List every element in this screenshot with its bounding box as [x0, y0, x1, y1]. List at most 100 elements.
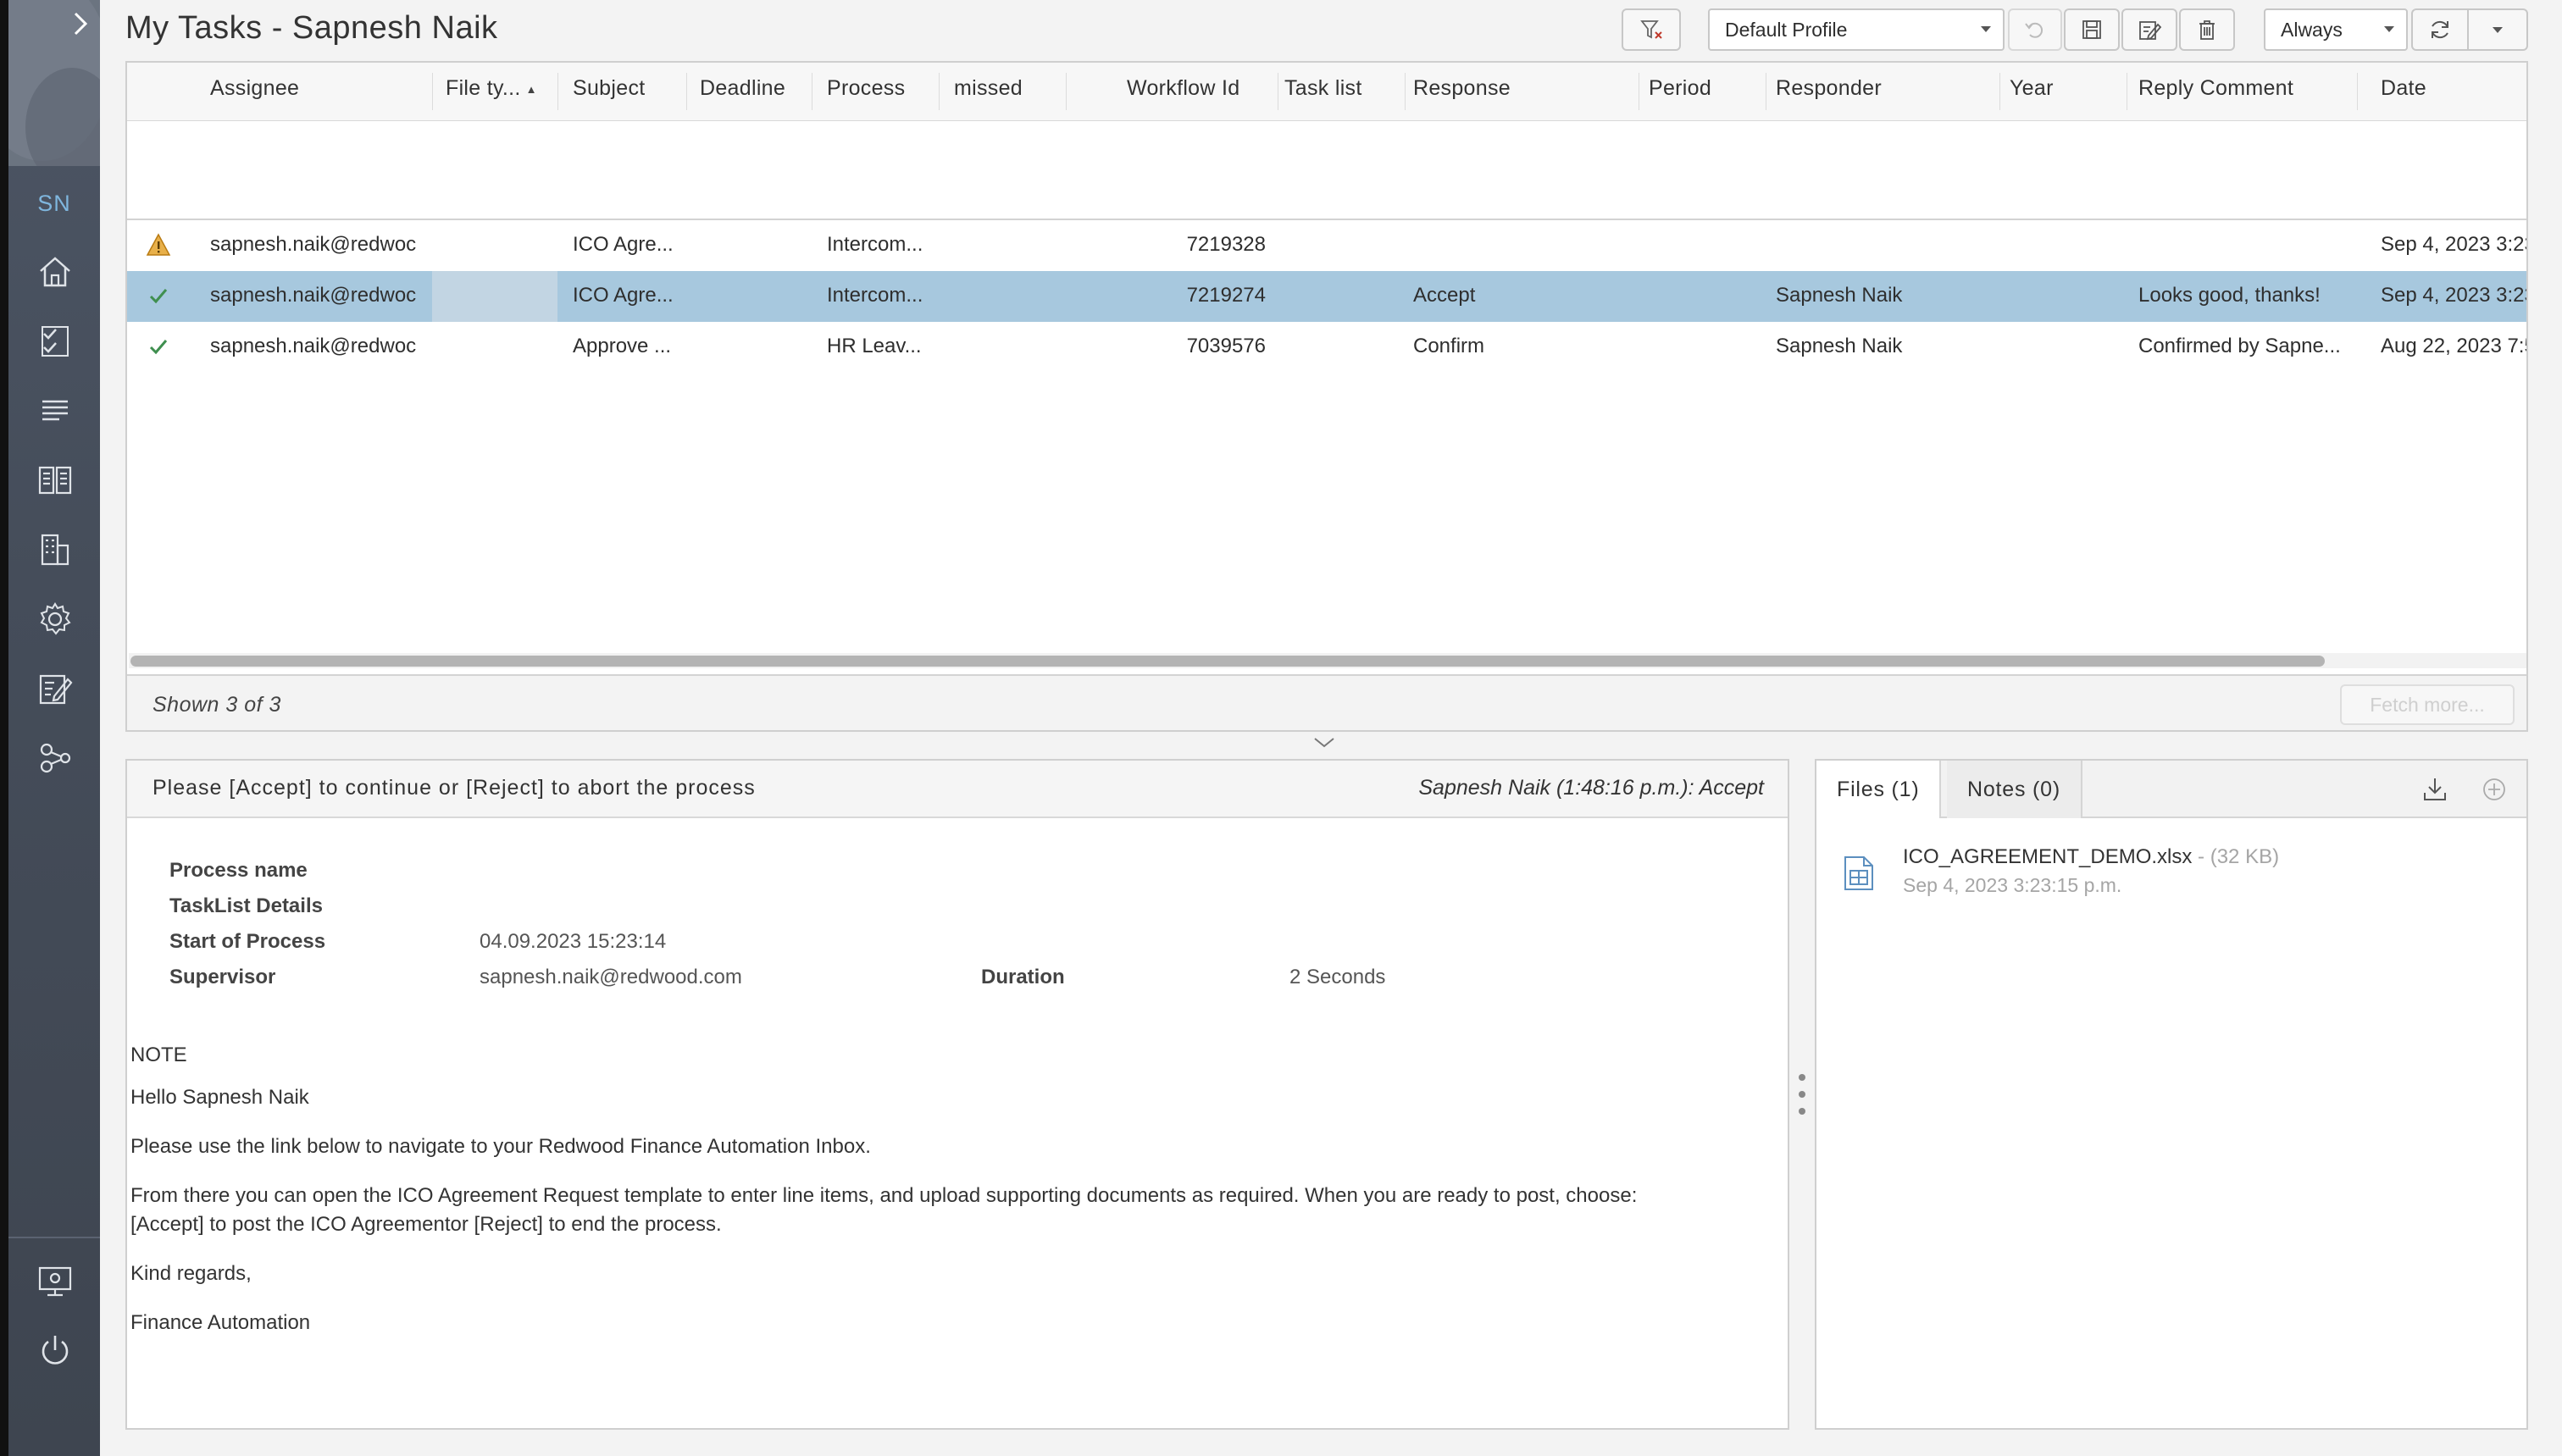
cell-assignee: sapnesh.naik@redwoc	[210, 335, 417, 357]
note-greeting: Hello Sapnesh Naik	[130, 1086, 309, 1109]
column-header-response[interactable]: Response	[1413, 76, 1511, 101]
refresh-icon	[2432, 20, 2448, 39]
user-avatar[interactable]: SN	[8, 176, 100, 230]
table-row-selected[interactable]: sapnesh.naik@redwoc ICO Agre... Intercom…	[127, 271, 2526, 322]
column-header-file-type-label: File ty...	[446, 76, 521, 100]
last-reply: Sapnesh Naik (1:48:16 p.m.): Accept	[1418, 776, 1764, 800]
book-columns-icon[interactable]	[34, 459, 76, 501]
cell-subject: ICO Agre...	[573, 233, 674, 256]
building-icon[interactable]	[34, 529, 76, 571]
edit-profile-button[interactable]	[2121, 8, 2177, 51]
column-header-missed[interactable]: missed	[954, 76, 1023, 101]
cell-process: Intercom...	[827, 233, 923, 256]
refresh-interval-value: Always	[2281, 18, 2343, 41]
cell-subject: Approve ...	[573, 335, 672, 357]
tasklist-details-label: TaskList Details	[169, 894, 323, 917]
cell-assignee: sapnesh.naik@redwoc	[210, 233, 417, 256]
delete-profile-button[interactable]	[2179, 8, 2235, 51]
start-of-process-label: Start of Process	[169, 930, 326, 953]
attachments-tabs: Files (1) Notes (0)	[1816, 761, 2526, 818]
filter-clear-icon	[1640, 20, 1662, 39]
gear-icon[interactable]	[34, 598, 76, 640]
file-name-text: ICO_AGREEMENT_DEMO.xlsx	[1903, 845, 2193, 868]
cell-date: Aug 22, 2023 7:5	[2381, 335, 2528, 357]
column-header-date[interactable]: Date	[2381, 76, 2426, 101]
profile-select[interactable]: Default Profile	[1708, 8, 2005, 51]
home-icon[interactable]	[34, 251, 76, 293]
note-line: [Accept] to post the ICO Agreementor [Re…	[130, 1213, 722, 1236]
undo-button[interactable]	[2008, 8, 2062, 51]
fetch-more-button[interactable]: Fetch more...	[2340, 684, 2515, 725]
column-header-process[interactable]: Process	[827, 76, 905, 101]
cell-reply-comment: Confirmed by Sapne...	[2138, 335, 2341, 357]
download-icon[interactable]	[2420, 774, 2450, 805]
column-header-workflow-id[interactable]: Workflow Id	[1127, 76, 1239, 101]
save-profile-button[interactable]	[2064, 8, 2120, 51]
supervisor-value: sapnesh.naik@redwood.com	[480, 966, 742, 988]
note-signature: Finance Automation	[130, 1311, 311, 1334]
vertical-splitter-handle[interactable]	[1796, 1071, 1808, 1118]
cell-responder: Sapnesh Naik	[1776, 284, 1903, 307]
edit-icon	[2139, 21, 2162, 41]
add-file-icon[interactable]	[2479, 774, 2509, 805]
column-header-task-list[interactable]: Task list	[1284, 76, 1362, 101]
refresh-interval-select[interactable]: Always	[2264, 8, 2408, 51]
cell-process: Intercom...	[827, 284, 923, 307]
grid-filter-row[interactable]	[127, 120, 2526, 220]
cell-reply-comment: Looks good, thanks!	[2138, 284, 2321, 307]
cell-date: Sep 4, 2023 3:23	[2381, 284, 2528, 307]
clear-filter-button[interactable]	[1622, 8, 1681, 51]
cell-date: Sep 4, 2023 3:23	[2381, 233, 2528, 256]
excel-file-icon	[1844, 856, 1873, 890]
process-name-label: Process name	[169, 859, 308, 882]
cell-workflow-id: 7219274	[1186, 284, 1266, 307]
horizontal-scrollbar[interactable]	[129, 653, 2526, 668]
attachments-panel: Files (1) Notes (0) ICO_AGREEMENT_DEMO.x…	[1815, 759, 2528, 1430]
grid-header: Assignee File ty... ▲ Subject Deadline Pr…	[127, 63, 2526, 121]
column-header-assignee[interactable]: Assignee	[210, 76, 299, 101]
edit-form-icon[interactable]	[34, 667, 76, 710]
monitor-icon[interactable]	[34, 1260, 76, 1303]
power-icon[interactable]	[34, 1330, 76, 1372]
workflow-nodes-icon[interactable]	[34, 737, 76, 779]
file-size: - (32 KB)	[2192, 845, 2280, 868]
grid-footer: Shown 3 of 3 Fetch more...	[127, 674, 2526, 730]
task-detail-panel: Please [Accept] to continue or [Reject] …	[125, 759, 1789, 1430]
rows-shown-count: Shown 3 of 3	[152, 693, 281, 717]
column-header-reply-comment[interactable]: Reply Comment	[2138, 76, 2293, 101]
file-list-item[interactable]: ICO_AGREEMENT_DEMO.xlsx - (32 KB) Sep 4,…	[1840, 845, 2484, 913]
tab-notes[interactable]: Notes (0)	[1947, 761, 2083, 818]
chevron-down-icon	[2384, 26, 2394, 32]
column-header-period[interactable]: Period	[1649, 76, 1711, 101]
column-header-year[interactable]: Year	[2010, 76, 2054, 101]
cell-workflow-id: 7039576	[1186, 335, 1266, 357]
column-header-file-type[interactable]: File ty... ▲	[446, 76, 537, 101]
rail-divider	[8, 1237, 100, 1238]
cell-assignee: sapnesh.naik@redwoc	[210, 284, 417, 307]
expand-sidebar-icon[interactable]	[68, 7, 93, 41]
scrollbar-thumb[interactable]	[130, 656, 2325, 667]
duration-label: Duration	[981, 966, 1065, 988]
page-title: My Tasks - Sapnesh Naik	[125, 10, 498, 46]
column-header-responder[interactable]: Responder	[1776, 76, 1882, 101]
table-row[interactable]: sapnesh.naik@redwoc ICO Agre... Intercom…	[127, 220, 2526, 271]
warning-icon	[146, 233, 171, 256]
tab-files[interactable]: Files (1)	[1816, 761, 1942, 818]
column-header-deadline[interactable]: Deadline	[700, 76, 785, 101]
cell-response: Accept	[1413, 284, 1476, 307]
undo-icon	[2025, 22, 2044, 38]
column-header-subject[interactable]: Subject	[573, 76, 646, 101]
refresh-options-button[interactable]	[2469, 8, 2528, 51]
list-lines-icon[interactable]	[34, 390, 76, 432]
cell-response: Confirm	[1413, 335, 1485, 357]
file-name[interactable]: ICO_AGREEMENT_DEMO.xlsx - (32 KB)	[1903, 845, 2279, 869]
cell-workflow-id: 7219328	[1186, 233, 1266, 256]
table-row[interactable]: sapnesh.naik@redwoc Approve ... HR Leav.…	[127, 322, 2526, 373]
task-checklist-icon[interactable]	[34, 320, 76, 363]
sort-ascending-icon: ▲	[525, 82, 537, 96]
task-detail-header: Please [Accept] to continue or [Reject] …	[127, 761, 1788, 818]
start-of-process-value: 04.09.2023 15:23:14	[480, 930, 667, 953]
collapse-panel-chevron-icon[interactable]	[1312, 734, 1337, 752]
refresh-button[interactable]	[2411, 8, 2469, 51]
trash-icon	[2199, 20, 2215, 40]
